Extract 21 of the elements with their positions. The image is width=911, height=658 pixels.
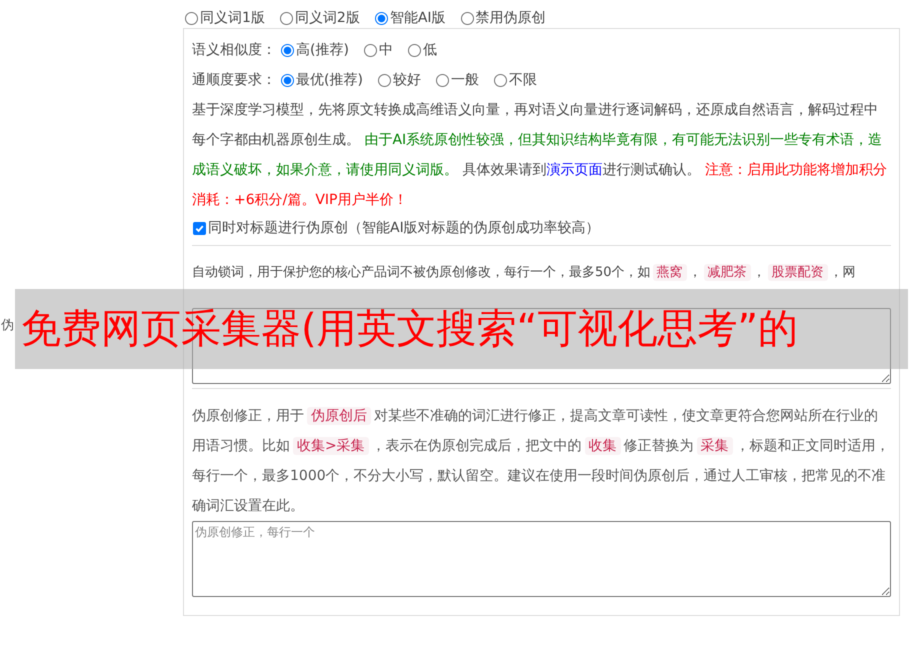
correction-text: 伪原创修正，用于 伪原创后 对某些不准确的词汇进行修正，提高文章可读性，使文章更符合您网站所在行业的用语习惯。比如 收集>采集 ，表示在伪原创完成后，把文中的 收集 修正替换为 采集 ，标题和正文同时适用，每行一个，最多1000个，不分大小写，默认留空。建议在使用一段时间伪原创后，通过人工审核，把常见的不准确词汇设置在此。: [192, 406, 891, 516]
mode-radio[interactable]: 同义词2版: [278, 8, 360, 28]
option-label: 语义相似度：: [192, 41, 276, 59]
option-radio[interactable]: 较好: [376, 71, 421, 89]
option-radio[interactable]: 不限: [492, 71, 537, 89]
option-radio[interactable]: 一般: [434, 71, 479, 89]
mode-radio[interactable]: 同义词1版: [184, 8, 265, 28]
description-text: 基于深度学习模型，先将原文转换成高维语义向量，再对语义向量进行逐词解码，还原成自然语言，解码过程中每个字都由机器原创生成。 由于AI系统原创性较强，但其知识结构毕竟有限，有可能无法识别一些专有术语，造成语义破坏，如果介意，请使用同义词版。 具体效果请到演示页面进行测试确认。 注意：启用此功能将增加积分消耗：+6积分/篇。VIP用户半价！: [192, 101, 888, 210]
caption-overlay: 免费网页采集器(用英文搜索“可视化思考”的: [15, 289, 908, 369]
auto-lock-text: 自动锁词，用于保护您的核心产品词不被伪原创修改，每行一个，最多50个，如 燕窝 ， 减肥茶 ， 股票配资 ，网: [192, 263, 857, 283]
title-checkbox[interactable]: 同时对标题进行伪原创（智能AI版对标题的伪原创成功率较高）: [192, 215, 891, 241]
option-radio[interactable]: 最优(推荐): [280, 71, 363, 89]
option-label: 通顺度要求：: [192, 71, 276, 89]
option-radio[interactable]: 中: [362, 41, 393, 59]
demo-page-link[interactable]: 演示页面: [546, 162, 602, 178]
option-radio[interactable]: 高(推荐): [280, 41, 349, 59]
settings-label: 伪: [1, 318, 14, 334]
mode-radio[interactable]: 禁用伪原创: [460, 8, 546, 28]
correction-field[interactable]: 伪原创修正，每行一个: [192, 521, 891, 597]
mode-radio[interactable]: 智能AI版: [374, 8, 446, 28]
option-radio[interactable]: 低: [406, 41, 437, 59]
